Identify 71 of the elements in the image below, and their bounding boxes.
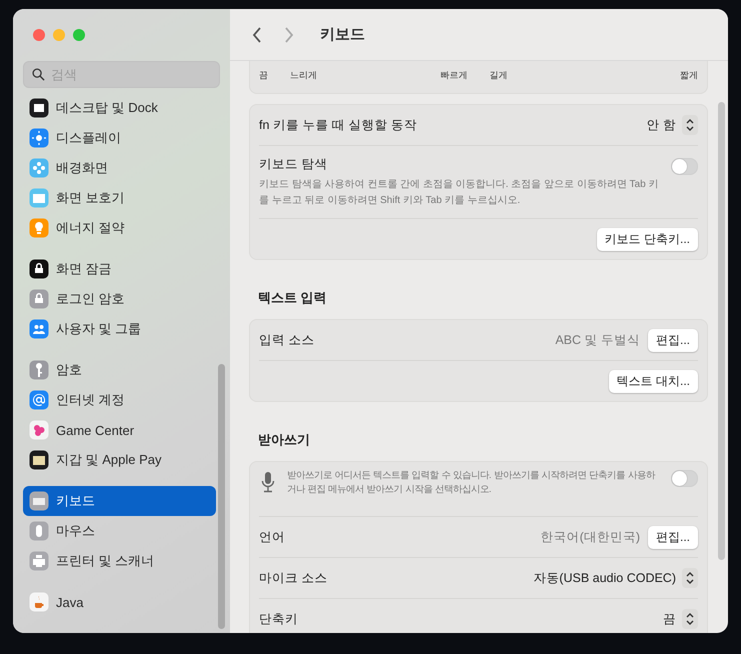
edit-button[interactable]: 편집...: [648, 328, 698, 352]
setting-label: fn 키를 누를 때 실행할 동작: [259, 116, 417, 134]
action-button[interactable]: 키보드 단축키...: [596, 228, 698, 250]
sidebar-item[interactable]: Game Center: [23, 415, 216, 445]
updown-icon: [682, 609, 698, 629]
popup-button[interactable]: 안 함: [646, 115, 698, 135]
sidebar-item[interactable]: 로그인 암호: [23, 284, 216, 314]
search-icon: [32, 68, 45, 81]
users-icon: [29, 319, 49, 339]
setting-label: 언어: [259, 528, 285, 546]
section-heading: 텍스트 입력: [257, 289, 328, 307]
sun-icon: [29, 128, 49, 148]
edit-button[interactable]: 편집...: [648, 526, 698, 548]
sidebar-item[interactable]: 암호: [23, 355, 216, 385]
minimize-button[interactable]: [53, 29, 65, 41]
sidebar-item[interactable]: 인터넷 계정: [23, 385, 216, 415]
forward-icon[interactable]: [284, 26, 294, 42]
sidebar-item[interactable]: 배경화면: [23, 153, 216, 183]
slider-label: 느리게: [290, 68, 317, 82]
close-button[interactable]: [33, 29, 45, 41]
sidebar-item[interactable]: Java: [23, 587, 216, 617]
key-icon: [29, 360, 49, 380]
lock-icon: [29, 289, 49, 309]
setting-value: 한국어(대한민국): [540, 528, 640, 546]
sidebar-item[interactable]: 디스플레이: [23, 123, 216, 153]
bulb-icon: [29, 218, 49, 238]
sidebar-item[interactable]: 데스크탑 및 Dock: [23, 93, 216, 123]
coffee-cup-icon: [29, 592, 49, 612]
slider-label: 짧게: [680, 68, 698, 82]
dock-icon: [29, 98, 49, 118]
updown-icon: [682, 115, 698, 135]
setting-description: 받아쓰기로 어디서든 텍스트를 입력할 수 있습니다. 받아쓰기를 시작하려면 단축키를 사용하거나 편집 메뉴에서 받아쓰기 시작을 선택하십시오.: [287, 469, 656, 496]
slider-label: 길게: [490, 68, 508, 82]
lock-icon: [29, 259, 49, 279]
setting-label: 마이크 소스: [259, 570, 328, 586]
at-icon: [29, 390, 49, 410]
updown-icon: [682, 568, 698, 588]
setting-label: 입력 소스: [259, 332, 314, 348]
mouse-icon: [29, 521, 49, 541]
sidebar-item[interactable]: 화면 잠금: [23, 254, 216, 284]
zoom-button[interactable]: [73, 29, 85, 41]
microphone-icon: [261, 471, 275, 493]
action-button[interactable]: 텍스트 대치...: [608, 370, 698, 392]
slider-label: 끔: [259, 68, 268, 82]
popup-button[interactable]: 자동(USB audio CODEC): [533, 568, 698, 588]
section-heading: 받아쓰기: [257, 431, 311, 449]
toggle-switch[interactable]: [671, 158, 698, 175]
keyboard-icon: [29, 491, 49, 511]
sidebar-item[interactable]: 화면 보호기: [23, 183, 216, 213]
sidebar-item[interactable]: 마우스: [23, 516, 216, 546]
sidebar-item[interactable]: 프린터 및 스캐너: [23, 546, 216, 576]
window-title: 키보드: [320, 25, 365, 44]
popup-button[interactable]: 끔: [663, 609, 698, 629]
setting-label: 단축키: [259, 610, 298, 628]
screen-icon: [29, 188, 49, 208]
wallet-icon: [29, 450, 49, 470]
bubbles-icon: [29, 420, 49, 440]
setting-value: ABC 및 두벌식: [555, 332, 640, 348]
setting-label: 키보드 탐색: [259, 156, 328, 173]
back-icon[interactable]: [252, 26, 262, 42]
setting-description: 키보드 탐색을 사용하여 컨트롤 간에 초점을 이동합니다. 초점을 앞으로 이동하려면 Tab 키를 누르고 뒤로 이동하려면 Shift 키와 Tab 키를 누르십시오.: [259, 178, 660, 208]
slider-label: 빠르게: [440, 68, 468, 82]
flower-icon: [29, 158, 49, 178]
sidebar-item[interactable]: 지갑 및 Apple Pay: [23, 445, 216, 475]
sidebar-item[interactable]: 키보드: [23, 486, 216, 516]
sidebar-item[interactable]: 에너지 절약: [23, 213, 216, 243]
printer-icon: [29, 551, 49, 571]
sidebar-item[interactable]: 사용자 및 그룹: [23, 314, 216, 344]
scrollbar[interactable]: [718, 102, 725, 560]
toggle-switch[interactable]: [671, 470, 698, 487]
scrollbar[interactable]: [218, 364, 225, 629]
